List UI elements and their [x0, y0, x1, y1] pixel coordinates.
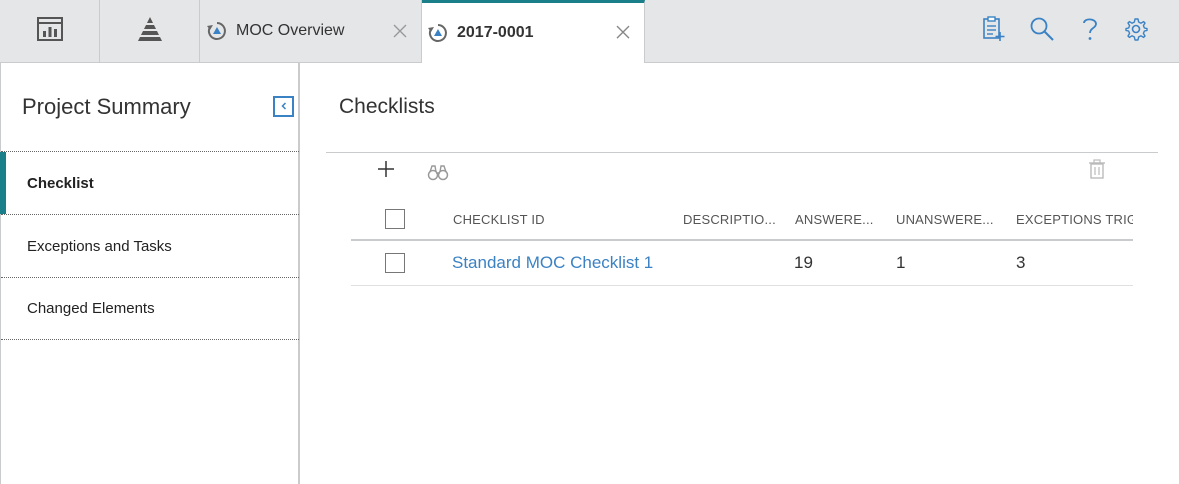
cell-exceptions-triggered: 3 [1016, 253, 1026, 272]
settings-icon [1124, 17, 1148, 46]
sidebar-header: Project Summary [1, 63, 299, 151]
find-button[interactable] [426, 162, 450, 186]
close-icon[interactable] [391, 22, 409, 40]
cell-description [683, 241, 783, 285]
chevron-left-icon [279, 98, 289, 116]
row-checkbox[interactable] [385, 253, 405, 273]
new-record-button[interactable] [979, 15, 1007, 47]
sidebar-item-checklist[interactable]: Checklist [0, 151, 299, 214]
plus-icon [376, 159, 396, 184]
sidebar-item-label: Checklist [27, 174, 94, 192]
column-header-checklist-id[interactable]: CHECKLIST ID [453, 199, 673, 239]
search-button[interactable] [1028, 17, 1056, 45]
tab-label: 2017-0001 [457, 24, 534, 41]
moc-icon [427, 22, 449, 44]
help-button[interactable] [1076, 17, 1104, 45]
sidebar-title: Project Summary [22, 94, 191, 119]
column-header-description[interactable]: DESCRIPTIO... [683, 199, 783, 239]
collapse-sidebar-button[interactable] [273, 96, 294, 117]
binoculars-icon [427, 163, 449, 186]
divider [326, 152, 1158, 153]
help-icon [1080, 16, 1100, 47]
column-header-unanswered[interactable]: UNANSWERE... [896, 199, 996, 239]
tab-2017-0001[interactable]: 2017-0001 [422, 0, 645, 63]
sidebar-item-exceptions-and-tasks[interactable]: Exceptions and Tasks [1, 214, 299, 277]
dashboard-tab[interactable] [0, 0, 100, 62]
row-select-cell [385, 241, 407, 285]
checklists-grid: CHECKLIST ID DESCRIPTIO... ANSWERE... UN… [351, 199, 1133, 286]
tab-label: MOC Overview [236, 22, 345, 39]
settings-button[interactable] [1122, 17, 1150, 45]
sidebar: Project Summary Checklist Exceptions and… [0, 63, 300, 484]
grid-header: CHECKLIST ID DESCRIPTIO... ANSWERE... UN… [351, 199, 1133, 241]
add-button[interactable] [374, 159, 398, 183]
select-all-checkbox[interactable] [385, 209, 405, 229]
hierarchy-tab[interactable] [100, 0, 200, 62]
tab-moc-overview[interactable]: MOC Overview [201, 0, 422, 62]
cell-checklist-id: Standard MOC Checklist 1 [452, 241, 672, 285]
column-header-exceptions-triggered[interactable]: EXCEPTIONS TRIGG [1016, 199, 1133, 239]
cell-answered: 19 [794, 253, 813, 272]
sidebar-nav: Checklist Exceptions and Tasks Changed E… [0, 151, 299, 340]
pyramid-icon [135, 15, 165, 48]
main-content: Checklists CHECKLIST ID DESCRIPTIO... AN… [302, 63, 1179, 484]
select-all-cell [385, 199, 407, 239]
new-record-icon [981, 15, 1005, 47]
close-icon[interactable] [614, 23, 632, 41]
sidebar-item-label: Changed Elements [27, 300, 155, 317]
trash-icon [1088, 158, 1106, 184]
delete-button[interactable] [1085, 158, 1109, 184]
search-icon [1029, 16, 1055, 47]
cell-unanswered: 1 [896, 253, 906, 272]
sidebar-item-changed-elements[interactable]: Changed Elements [1, 277, 299, 340]
sidebar-item-label: Exceptions and Tasks [27, 237, 172, 255]
table-row[interactable]: Standard MOC Checklist 1 19 1 3 [351, 241, 1133, 286]
page-title: Checklists [339, 95, 435, 118]
column-header-answered[interactable]: ANSWERE... [795, 199, 885, 239]
moc-icon [206, 20, 228, 42]
checklist-link[interactable]: Standard MOC Checklist 1 [452, 253, 653, 273]
top-tab-bar: MOC Overview 2017-0001 [0, 0, 1179, 63]
dashboard-icon [36, 15, 64, 48]
